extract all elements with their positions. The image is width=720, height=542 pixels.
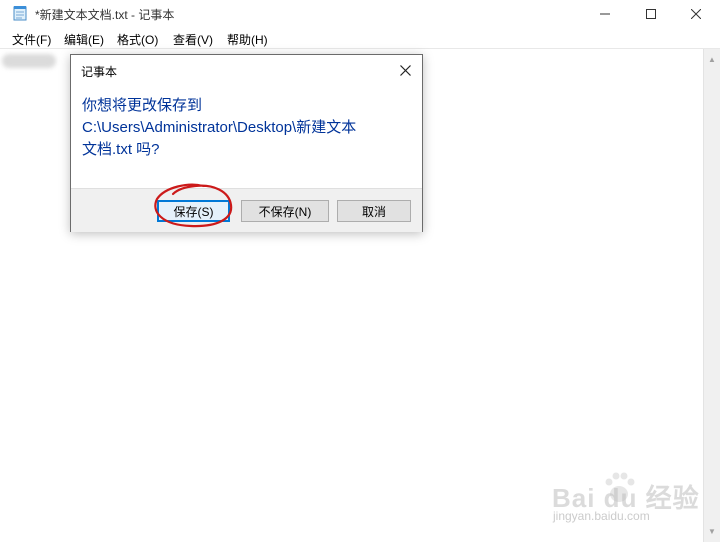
notepad-icon <box>13 6 27 21</box>
dialog-message: 你想将更改保存到 C:\Users\Administrator\Desktop\… <box>82 95 412 161</box>
menu-file[interactable]: 文件(F) <box>12 31 51 48</box>
dialog-button-bar: 保存(S) 不保存(N) 取消 <box>71 188 422 232</box>
vertical-scrollbar[interactable]: ▲ ▼ <box>703 49 720 542</box>
maximize-button[interactable] <box>628 0 674 28</box>
close-icon <box>399 64 411 76</box>
watermark-url: jingyan.baidu.com <box>553 509 650 523</box>
minimize-icon <box>600 13 610 15</box>
dialog-message-line2: C:\Users\Administrator\Desktop\新建文本 <box>82 119 357 136</box>
dialog-message-line1: 你想将更改保存到 <box>82 97 203 114</box>
scroll-up-icon[interactable]: ▲ <box>708 55 716 64</box>
menu-view[interactable]: 查看(V) <box>173 31 213 48</box>
menu-bar: 文件(F) 编辑(E) 格式(O) 查看(V) 帮助(H) <box>0 28 720 49</box>
red-circle-annotation <box>154 183 233 228</box>
minimize-button[interactable] <box>582 0 628 28</box>
menu-help[interactable]: 帮助(H) <box>227 31 268 48</box>
menu-edit[interactable]: 编辑(E) <box>64 31 104 48</box>
dialog-message-line3: 文档.txt 吗? <box>82 141 160 158</box>
dont-save-button[interactable]: 不保存(N) <box>241 200 329 222</box>
close-button[interactable] <box>673 0 719 28</box>
save-changes-dialog: 记事本 你想将更改保存到 C:\Users\Administrator\Desk… <box>70 54 423 232</box>
redacted-blur <box>2 54 56 68</box>
close-icon <box>691 9 701 19</box>
maximize-icon <box>646 9 656 19</box>
title-bar: *新建文本文档.txt - 记事本 <box>0 0 720 28</box>
menu-format[interactable]: 格式(O) <box>117 31 158 48</box>
dialog-title: 记事本 <box>81 65 118 79</box>
window-title: *新建文本文档.txt - 记事本 <box>35 8 175 22</box>
cancel-button[interactable]: 取消 <box>337 200 411 222</box>
scroll-down-icon[interactable]: ▼ <box>708 527 716 536</box>
dialog-close-button[interactable] <box>395 61 415 79</box>
